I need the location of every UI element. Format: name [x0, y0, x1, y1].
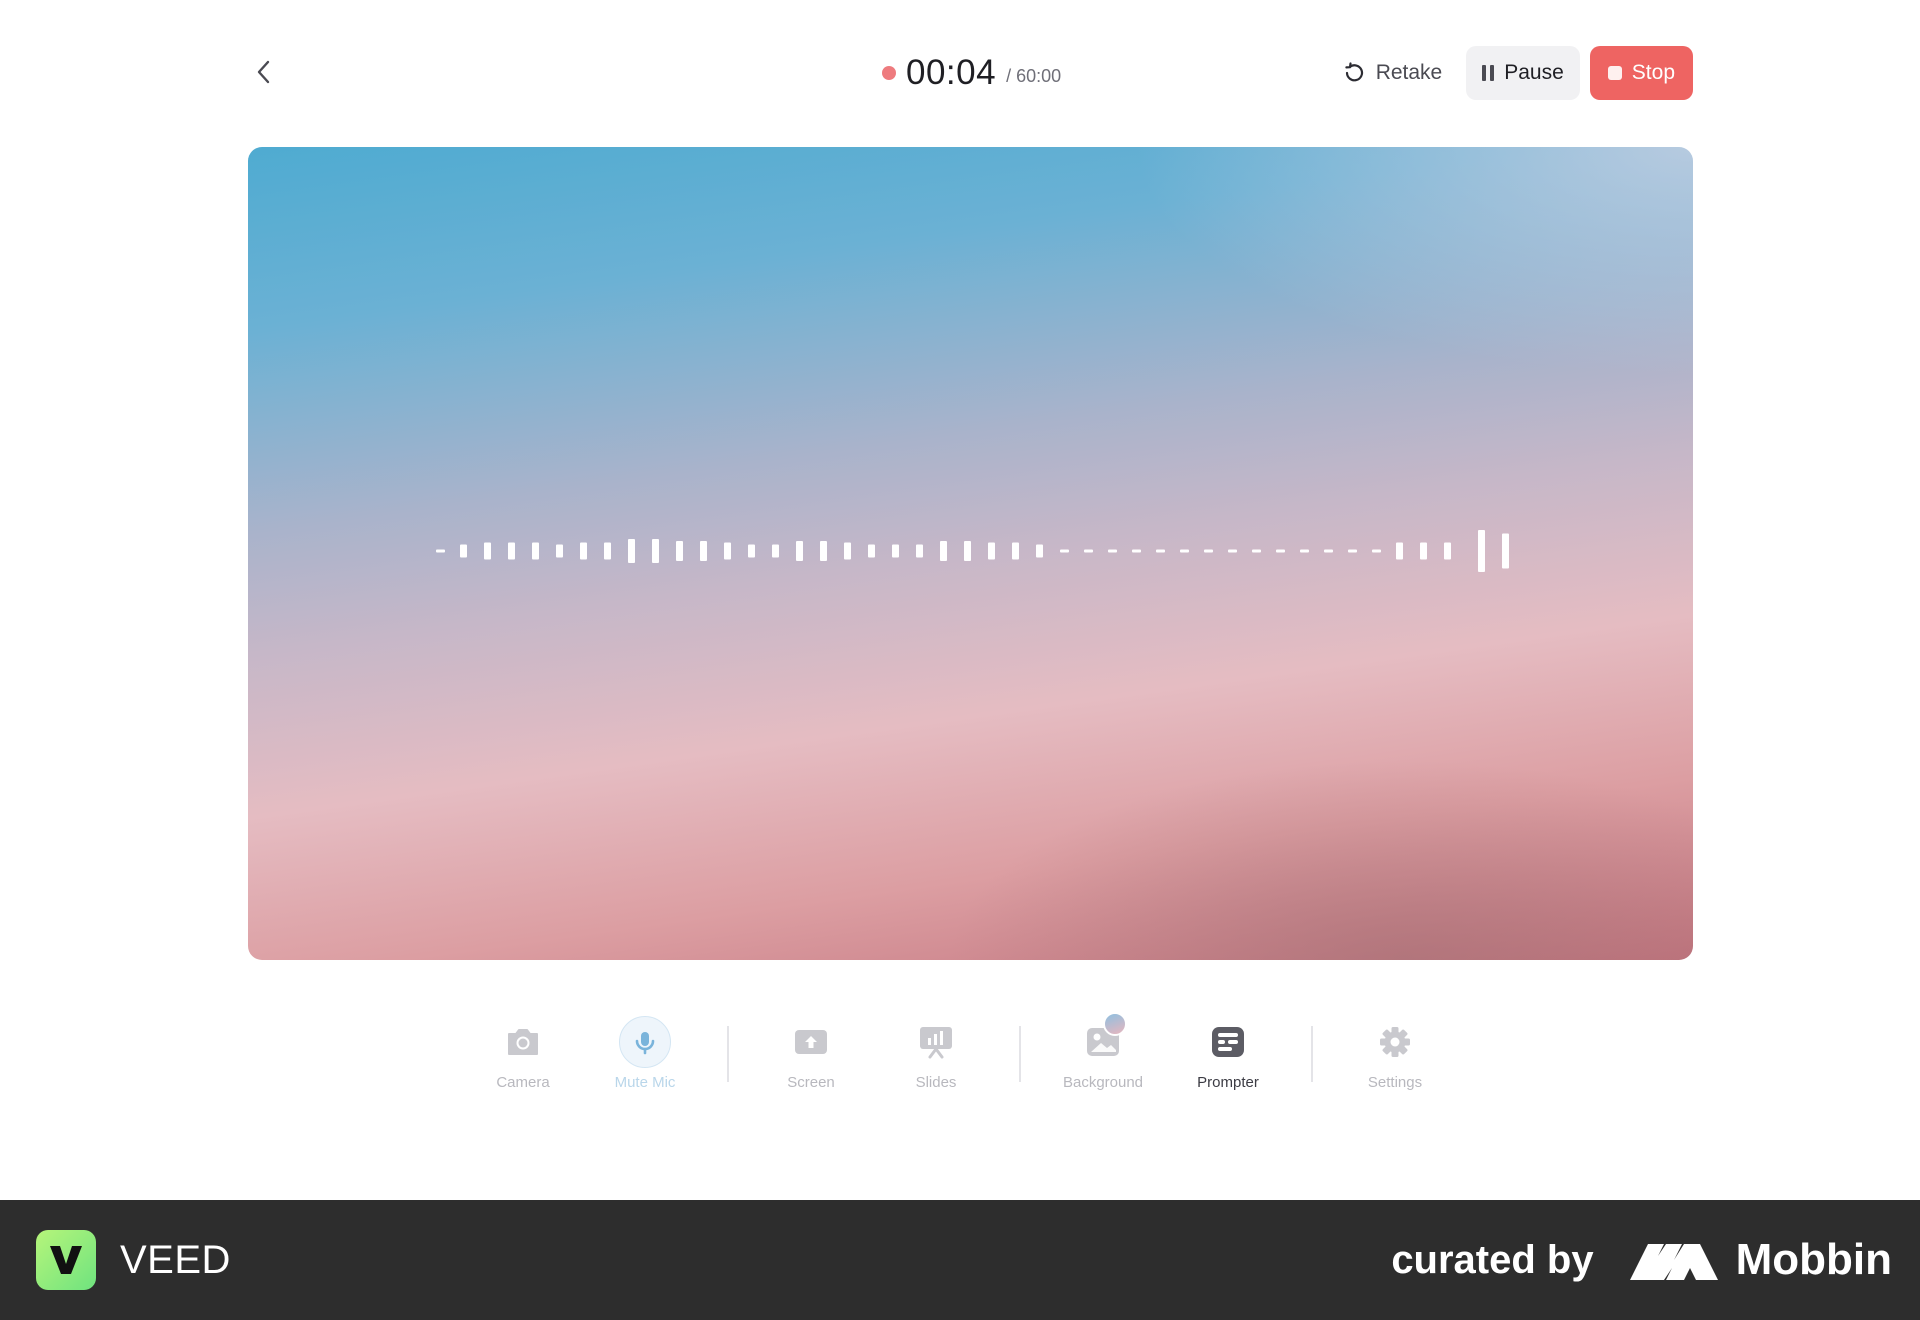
elapsed-time: 00:04 — [906, 53, 997, 92]
stop-button[interactable]: Stop — [1589, 46, 1693, 100]
waveform-bar — [796, 541, 803, 561]
waveform-bar — [748, 544, 755, 558]
slides-label: Slides — [915, 1074, 957, 1091]
waveform-bar — [1108, 549, 1117, 553]
waveform-bar — [1012, 542, 1019, 560]
waveform-bar — [484, 542, 491, 560]
waveform-bar — [1324, 549, 1333, 553]
recording-preview — [248, 147, 1693, 960]
waveform-bar — [1156, 549, 1165, 553]
waveform-bar — [988, 542, 995, 560]
audio-waveform — [436, 530, 1509, 572]
curated-by-text: curated by — [1391, 1237, 1594, 1282]
waveform-bar — [604, 542, 611, 560]
attribution-footer: VEED curated by Mobbin — [0, 1200, 1920, 1320]
mute-mic-label: Mute Mic — [614, 1074, 676, 1091]
waveform-bar — [1252, 549, 1261, 553]
veed-logo — [36, 1230, 96, 1290]
waveform-bar — [1204, 549, 1213, 553]
waveform-bar — [1372, 549, 1381, 553]
recording-timer: 00:04 / 60:00 — [882, 52, 1061, 94]
camera-icon — [508, 1029, 538, 1055]
waveform-bar — [460, 544, 467, 558]
waveform-bar — [1478, 530, 1485, 572]
settings-button[interactable]: Settings — [1340, 1010, 1450, 1110]
waveform-bar — [1348, 549, 1357, 553]
curated-by: curated by Mobbin — [1391, 1230, 1892, 1290]
curator-name: Mobbin — [1735, 1235, 1892, 1284]
waveform-bar — [892, 544, 899, 558]
chevron-left-icon — [257, 60, 270, 84]
background-label: Background — [1062, 1074, 1144, 1091]
toolbar-divider — [727, 1026, 729, 1082]
settings-label: Settings — [1367, 1074, 1423, 1091]
waveform-bar — [1036, 544, 1043, 558]
waveform-bar — [820, 541, 827, 561]
waveform-bar — [1276, 549, 1285, 553]
waveform-bar — [1502, 533, 1509, 569]
waveform-bar — [724, 542, 731, 560]
retake-label: Retake — [1375, 61, 1443, 84]
waveform-bar — [1420, 542, 1427, 560]
recording-toolbar: Camera Mute Mic Screen Slides Background… — [0, 1010, 1920, 1110]
brand: VEED — [36, 1230, 231, 1290]
waveform-bar — [1300, 549, 1309, 553]
waveform-bar — [508, 542, 515, 560]
mute-mic-button[interactable]: Mute Mic — [590, 1010, 700, 1110]
back-button[interactable] — [248, 56, 280, 88]
waveform-bar — [700, 541, 707, 561]
time-limit: / 60:00 — [1006, 65, 1062, 86]
waveform-bar — [772, 544, 779, 558]
waveform-bar — [1228, 549, 1237, 553]
waveform-bar — [1180, 549, 1189, 553]
stop-square-icon — [1607, 66, 1622, 80]
waveform-bar — [916, 544, 923, 558]
waveform-bar — [652, 539, 659, 563]
waveform-bar — [1060, 549, 1069, 553]
toolbar-divider — [1019, 1026, 1021, 1082]
waveform-bar — [532, 542, 539, 560]
presentation-icon — [920, 1027, 952, 1059]
stop-label: Stop — [1631, 61, 1675, 84]
prompter-button[interactable]: Prompter — [1173, 1010, 1283, 1110]
pause-button[interactable]: Pause — [1466, 46, 1580, 100]
recording-actions: Retake Pause Stop — [1330, 46, 1693, 100]
screen-button[interactable]: Screen — [756, 1010, 866, 1110]
waveform-bar — [580, 542, 587, 560]
background-button[interactable]: Background — [1048, 1010, 1158, 1110]
waveform-bar — [556, 544, 563, 558]
screen-share-icon — [795, 1030, 827, 1054]
rotate-ccw-icon — [1345, 62, 1363, 82]
waveform-bar — [844, 542, 851, 560]
camera-label: Camera — [496, 1074, 550, 1091]
background-preview-dot — [1103, 1012, 1127, 1036]
prompter-icon — [1212, 1027, 1244, 1057]
camera-button[interactable]: Camera — [468, 1010, 578, 1110]
mobbin-logo — [1629, 1244, 1718, 1280]
waveform-bar — [436, 549, 445, 553]
gear-icon — [1380, 1027, 1410, 1057]
waveform-bar — [868, 544, 875, 558]
veed-logo-mark — [50, 1246, 82, 1274]
waveform-bar — [1396, 542, 1403, 560]
prompter-label: Prompter — [1197, 1074, 1259, 1091]
microphone-icon — [635, 1032, 655, 1055]
waveform-bar — [1084, 549, 1093, 553]
screen-label: Screen — [787, 1074, 835, 1091]
toolbar-divider — [1311, 1026, 1313, 1082]
retake-button[interactable]: Retake — [1330, 46, 1457, 100]
recording-indicator — [882, 66, 896, 80]
pause-icon — [1482, 65, 1495, 81]
waveform-bar — [676, 541, 683, 561]
waveform-bar — [628, 539, 635, 563]
pause-label: Pause — [1504, 61, 1564, 84]
waveform-bar — [964, 541, 971, 561]
waveform-bar — [1444, 542, 1451, 560]
slides-button[interactable]: Slides — [881, 1010, 991, 1110]
brand-name: VEED — [120, 1237, 231, 1282]
waveform-bar — [1132, 549, 1141, 553]
waveform-bar — [940, 541, 947, 561]
